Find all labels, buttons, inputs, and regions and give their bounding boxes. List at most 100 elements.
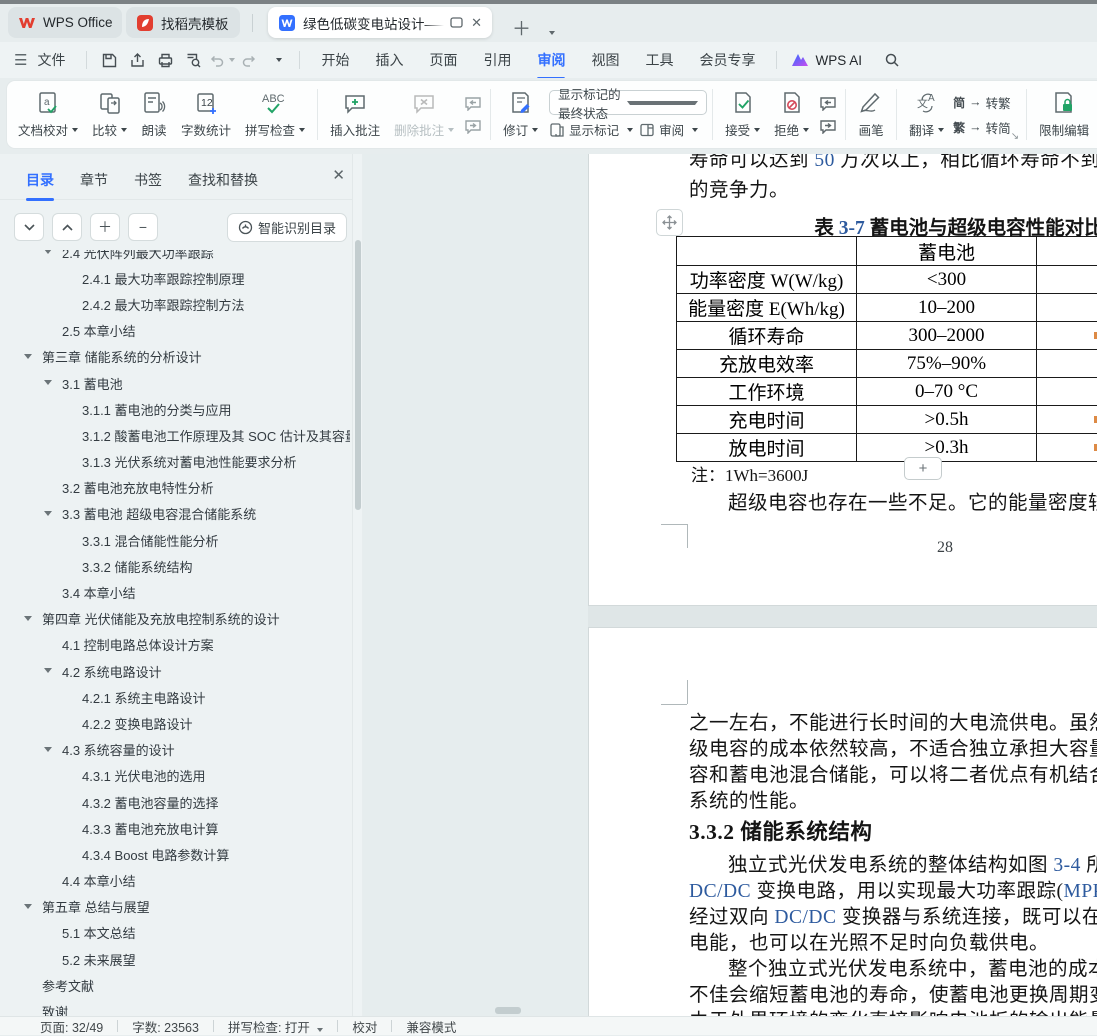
toc-item[interactable]: 第四章 光伏储能及充放电控制系统的设计 xyxy=(0,606,350,632)
toc-item[interactable]: 4.2.2 变换电路设计 xyxy=(0,710,350,736)
close-tab-icon[interactable]: ✕ xyxy=(471,15,482,31)
menu-view[interactable]: 视图 xyxy=(581,46,629,74)
collapse-arrow-icon[interactable] xyxy=(24,616,32,621)
table-cell[interactable] xyxy=(1037,322,1097,350)
document-canvas[interactable]: 寿命可以达到 50 万次以上，相比循环寿命不到 2000 次的蓄 的竞争力。 表… xyxy=(363,154,1097,1016)
toc-item[interactable]: 3.1.1 蓄电池的分类与应用 xyxy=(0,396,350,422)
toc-item[interactable]: 第五章 总结与展望 xyxy=(0,894,350,920)
previous-comment-icon[interactable] xyxy=(464,96,482,111)
wps-ai-button[interactable]: WPS AI xyxy=(785,52,868,68)
table-cell[interactable]: 10 xyxy=(1037,266,1097,294)
toc-item[interactable]: 4.3.3 蓄电池充放电计算 xyxy=(0,815,350,841)
toc-item[interactable]: 3.2 蓄电池充放电特性分析 xyxy=(0,475,350,501)
table-cell[interactable]: 循环寿命 xyxy=(677,322,857,350)
table-cell[interactable]: 充电时间 xyxy=(677,406,857,434)
read-aloud-button[interactable]: 朗读 xyxy=(134,87,174,142)
menu-insert[interactable]: 插入 xyxy=(365,46,413,74)
doc-proof-button[interactable]: a 文档校对 xyxy=(11,87,85,142)
menu-file[interactable]: 文件 xyxy=(27,46,75,74)
show-markup-button[interactable]: 显示标记 xyxy=(549,120,633,139)
document-page-2[interactable]: 之一左右，不能进行长时间的大电流供电。虽然生产成本不级电容的成本依然较高，不适合… xyxy=(588,627,1097,1016)
brush-button[interactable]: 画笔 xyxy=(851,87,891,142)
table-cell[interactable] xyxy=(1037,434,1097,462)
sidebar-scrollbar[interactable] xyxy=(352,154,362,1016)
toc-item[interactable]: 2.4 光伏阵列最大功率跟踪 xyxy=(0,250,350,265)
document-page-1[interactable]: 寿命可以达到 50 万次以上，相比循环寿命不到 2000 次的蓄 的竞争力。 表… xyxy=(588,154,1097,606)
search-icon[interactable] xyxy=(878,47,906,73)
delete-comment-button[interactable]: 删除批注 xyxy=(387,87,461,142)
table-cell[interactable]: 0–70 °C xyxy=(857,378,1037,406)
menu-tools[interactable]: 工具 xyxy=(635,46,683,74)
toc-item[interactable]: 4.3.1 光伏电池的选用 xyxy=(0,763,350,789)
collapse-arrow-icon[interactable] xyxy=(44,747,52,752)
toc-item[interactable]: 3.1 蓄电池 xyxy=(0,370,350,396)
new-tab-plus-icon[interactable]: ＋ xyxy=(512,14,531,41)
table-cell[interactable] xyxy=(677,237,857,266)
table-add-row-button[interactable]: + xyxy=(904,457,942,480)
hamburger-icon[interactable]: ☰ xyxy=(14,51,27,69)
reject-button[interactable]: 拒绝 xyxy=(767,87,816,142)
table-cell[interactable]: 功率密度 W(W/kg) xyxy=(677,266,857,294)
table-cell[interactable]: 放电时间 xyxy=(677,434,857,462)
toc-item[interactable]: 2.5 本章小结 xyxy=(0,318,350,344)
tab-chapters[interactable]: 章节 xyxy=(80,170,108,190)
tab-active-document[interactable]: 绿色低碳变电站设计——微型 ✕ xyxy=(268,7,492,38)
table-cell[interactable]: 蓄电池 xyxy=(857,237,1037,266)
toc-item[interactable]: 2.4.1 最大功率跟踪控制原理 xyxy=(0,265,350,291)
table-cell[interactable]: 300–2000 xyxy=(857,322,1037,350)
table-cell[interactable]: 工作环境 xyxy=(677,378,857,406)
compare-button[interactable]: 比较 xyxy=(85,87,134,142)
comparison-table[interactable]: 蓄电池超功率密度 W(W/kg)<30010能量密度 E(Wh/kg)10–20… xyxy=(676,236,1097,462)
next-change-icon[interactable] xyxy=(819,119,837,134)
table-cell[interactable]: >0.5h xyxy=(857,406,1037,434)
table-cell[interactable]: <300 xyxy=(857,266,1037,294)
review-pane-button[interactable]: 审阅 xyxy=(639,120,698,139)
translate-button[interactable]: 文 A 翻译 xyxy=(902,87,951,142)
popout-window-icon[interactable] xyxy=(450,17,463,28)
status-word-count[interactable]: 字数: 23563 xyxy=(132,1017,199,1036)
toc-item[interactable]: 4.4 本章小结 xyxy=(0,868,350,894)
table-cell[interactable]: 充放电效率 xyxy=(677,350,857,378)
export-icon[interactable] xyxy=(123,47,151,73)
tab-bookmarks[interactable]: 书签 xyxy=(134,170,162,190)
close-sidebar-icon[interactable]: ✕ xyxy=(332,168,345,183)
expand-down-icon[interactable] xyxy=(14,213,44,241)
collapse-arrow-icon[interactable] xyxy=(44,250,52,254)
toc-item[interactable]: 3.1.3 光伏系统对蓄电池性能要求分析 xyxy=(0,449,350,475)
redo-icon[interactable] xyxy=(235,47,263,73)
simplified-to-traditional-button[interactable]: 简→转繁 xyxy=(953,93,1011,112)
tab-toc[interactable]: 目录 xyxy=(26,170,54,190)
tab-find-replace[interactable]: 查找和替换 xyxy=(188,170,258,190)
menu-home[interactable]: 开始 xyxy=(311,46,359,74)
horizontal-scrollbar-thumb[interactable] xyxy=(495,1007,521,1014)
toc-item[interactable]: 4.3 系统容量的设计 xyxy=(0,737,350,763)
toc-item[interactable]: 5.1 本文总结 xyxy=(0,920,350,946)
table-cell[interactable] xyxy=(1037,294,1097,322)
table-cell[interactable]: 能量密度 E(Wh/kg) xyxy=(677,294,857,322)
accept-button[interactable]: 接受 xyxy=(718,87,767,142)
table-move-handle[interactable] xyxy=(656,209,683,236)
collapse-arrow-icon[interactable] xyxy=(44,668,52,673)
print-preview-icon[interactable] xyxy=(179,47,207,73)
expand-all-plus-icon[interactable]: ＋ xyxy=(90,213,120,241)
table-cell[interactable]: 75%–90% xyxy=(857,350,1037,378)
undo-icon[interactable] xyxy=(207,47,235,73)
menu-review[interactable]: 审阅 xyxy=(527,46,575,74)
toc-item[interactable]: 致谢 xyxy=(0,998,350,1016)
tab-wps-office[interactable]: WPS Office xyxy=(8,7,122,38)
status-proofread[interactable]: 校对 xyxy=(352,1017,377,1036)
menu-member[interactable]: 会员专享 xyxy=(689,46,765,74)
restrict-edit-button[interactable]: 限制编辑 xyxy=(1032,87,1096,142)
insert-comment-button[interactable]: 插入批注 xyxy=(323,87,387,142)
next-comment-icon[interactable] xyxy=(464,119,482,134)
traditional-to-simplified-button[interactable]: 繁→转简 xyxy=(953,118,1011,137)
collapse-arrow-icon[interactable] xyxy=(24,354,32,359)
tab-list-chevron-icon[interactable] xyxy=(545,22,555,40)
status-page[interactable]: 页面: 32/49 xyxy=(40,1017,103,1036)
collapse-arrow-icon[interactable] xyxy=(44,511,52,516)
collapse-arrow-icon[interactable] xyxy=(24,904,32,909)
toc-item[interactable]: 4.3.2 蓄电池容量的选择 xyxy=(0,789,350,815)
collapse-up-icon[interactable] xyxy=(52,213,82,241)
spell-check-button[interactable]: ABC 拼写检查 xyxy=(238,87,312,142)
toc-item[interactable]: 3.3.2 储能系统结构 xyxy=(0,553,350,579)
